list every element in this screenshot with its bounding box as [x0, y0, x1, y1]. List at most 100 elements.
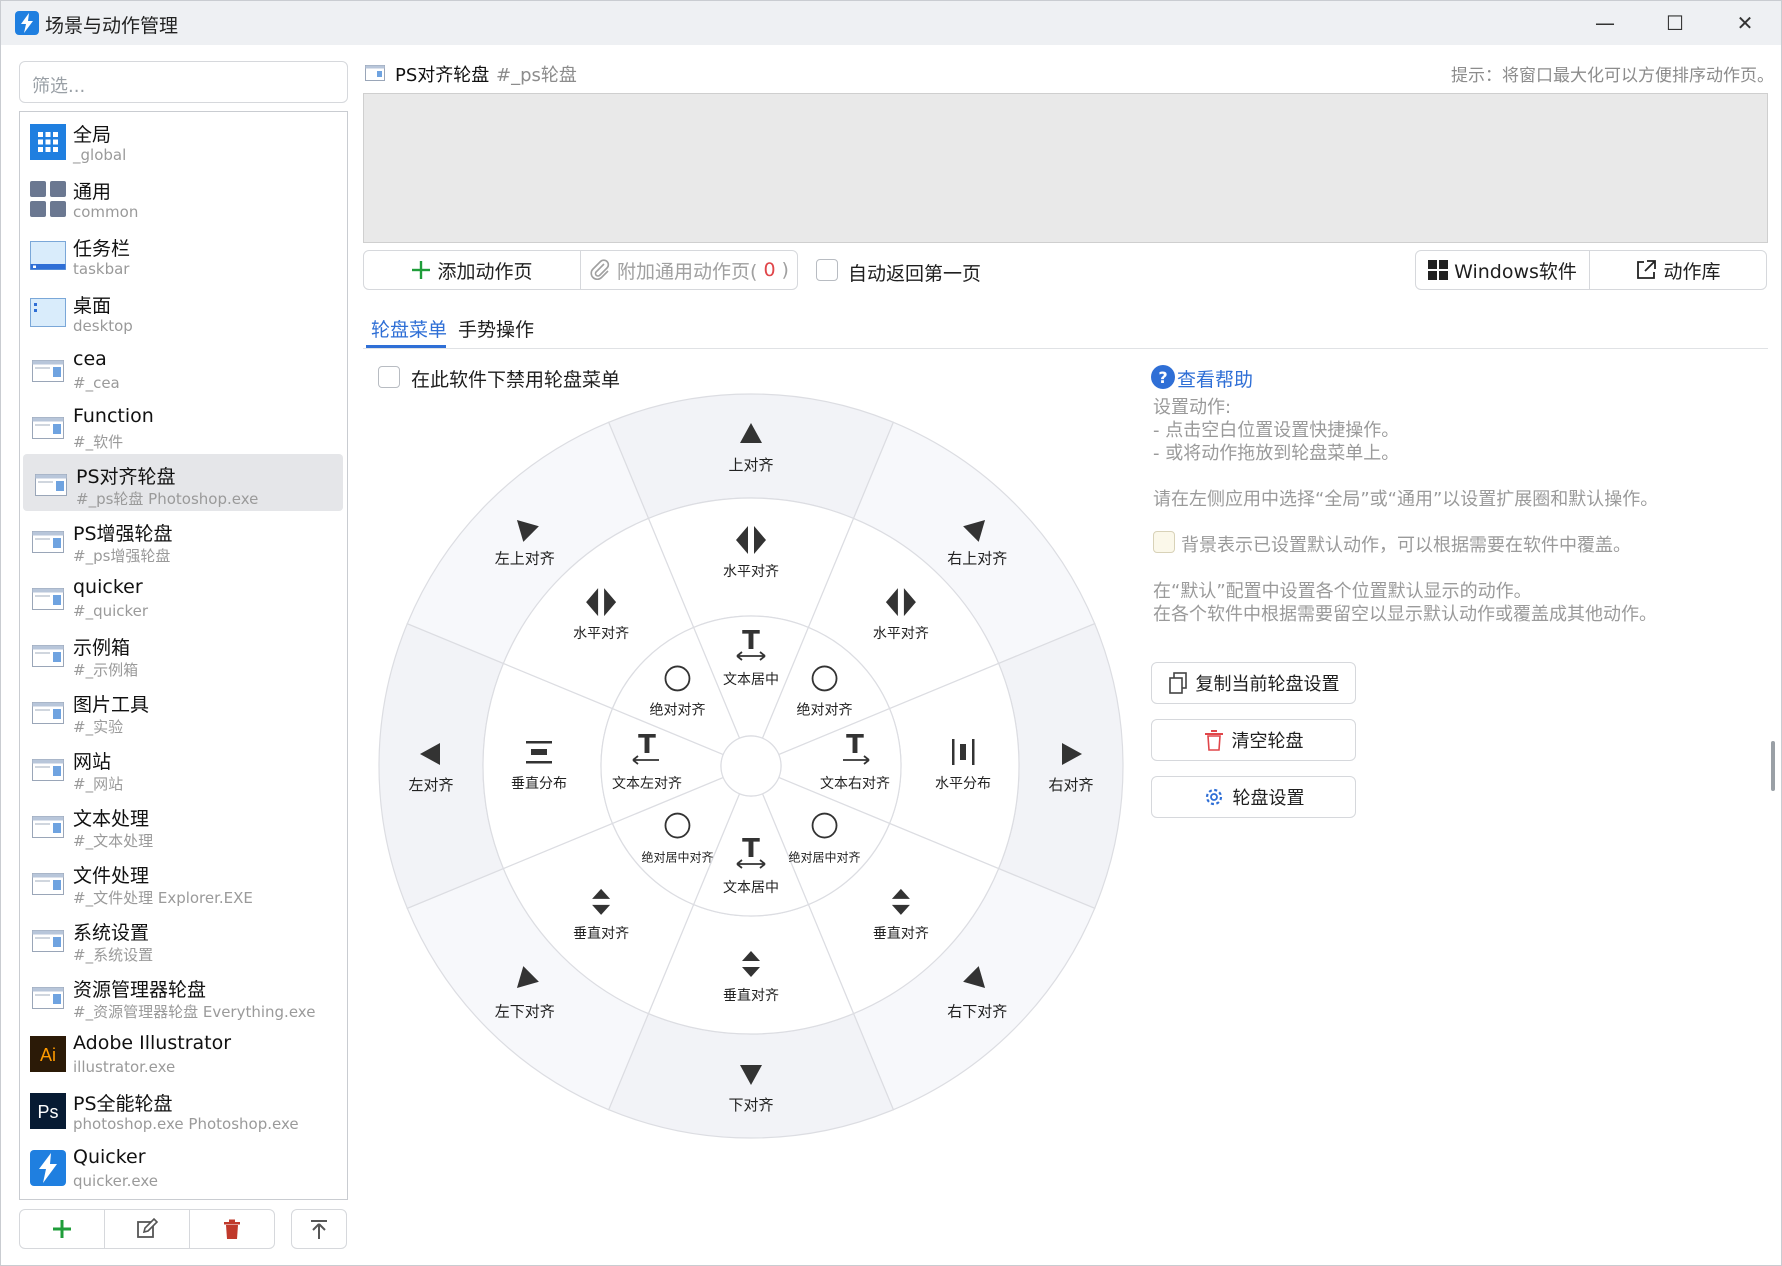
list-item-name: 系统设置	[73, 922, 150, 944]
window-icon	[32, 987, 64, 1009]
wheel-label: 垂直分布	[511, 775, 567, 792]
wheel-label: 垂直对齐	[723, 987, 779, 1004]
add-app-button[interactable]	[20, 1210, 105, 1248]
clear-wheel-button[interactable]: 清空轮盘	[1151, 719, 1356, 761]
help-link[interactable]: 查看帮助	[1177, 365, 1253, 392]
action-library-label: 动作库	[1663, 260, 1721, 283]
scrollbar-thumb[interactable]	[1771, 741, 1775, 791]
action-page-area[interactable]	[363, 93, 1768, 243]
auto-return-checkbox[interactable]	[816, 259, 838, 281]
list-item[interactable]: 图片工具 #_实验	[20, 682, 347, 739]
move-top-button[interactable]	[291, 1209, 347, 1249]
list-item[interactable]: 示例箱 #_示例箱	[20, 625, 347, 682]
list-item-sub: desktop	[73, 317, 133, 335]
wheel-menu[interactable]: 上对齐 右上对齐 右对齐 右下对齐 下对齐 左下对齐 左对齐 左上对齐 水平对齐 水平对齐 水平分布…	[373, 388, 1129, 1144]
wheel-label: 右对齐	[1048, 776, 1093, 794]
list-item-sub: #_资源管理器轮盘 Everything.exe	[73, 1003, 316, 1021]
window-icon	[32, 930, 64, 952]
wheel-label: 水平分布	[935, 776, 991, 792]
wheel-label: 右下对齐	[947, 1002, 1007, 1020]
svg-text:Ps: Ps	[37, 1102, 58, 1122]
windows-software-button[interactable]: Windows软件	[1415, 250, 1590, 290]
list-item-name: PS增强轮盘	[73, 523, 173, 545]
wheel-label: 左对齐	[408, 776, 453, 794]
add-page-button[interactable]: 添加动作页	[363, 250, 581, 290]
help-icon[interactable]: ?	[1151, 365, 1175, 389]
window-icon	[35, 474, 67, 496]
copy-wheel-button[interactable]: 复制当前轮盘设置	[1151, 662, 1356, 704]
wheel-label: 右上对齐	[947, 550, 1007, 568]
action-library-button[interactable]: 动作库	[1589, 250, 1767, 290]
minimize-button[interactable]: —	[1575, 7, 1635, 39]
list-item-sub: #_文件处理 Explorer.EXE	[73, 889, 253, 907]
add-page-label: 添加动作页	[437, 260, 533, 283]
list-item-sub: #_网站	[73, 775, 124, 793]
list-item[interactable]: 通用 common	[20, 169, 347, 226]
wheel-label: 垂直对齐	[573, 925, 629, 942]
list-item[interactable]: PS增强轮盘 #_ps增强轮盘	[20, 511, 347, 568]
wheel-label: 文本右对齐	[820, 776, 890, 792]
filter-input[interactable]: 筛选...	[19, 61, 348, 103]
list-item-name: 图片工具	[73, 694, 150, 716]
list-item-name: 文件处理	[73, 865, 150, 887]
disable-wheel-checkbox[interactable]	[378, 366, 400, 388]
wheel-center[interactable]	[720, 735, 782, 797]
list-item[interactable]: 网站 #_网站	[20, 739, 347, 796]
maximize-icon: ☐	[1666, 11, 1684, 35]
list-item[interactable]: 文本处理 #_文本处理	[20, 796, 347, 853]
list-item[interactable]: cea #_cea	[20, 340, 347, 397]
wheel-label: 水平对齐	[873, 626, 929, 642]
list-item-name: Adobe Illustrator	[73, 1032, 232, 1054]
wheel-label: 文本居中	[723, 672, 779, 688]
list-item[interactable]: 文件处理 #_文件处理 Explorer.EXE	[20, 853, 347, 910]
tab-wheel-menu[interactable]: 轮盘菜单	[371, 315, 447, 342]
list-item[interactable]: Ai Adobe Illustrator illustrator.exe	[20, 1024, 347, 1081]
list-item[interactable]: Quicker quicker.exe	[20, 1138, 347, 1195]
wheel-label: 下对齐	[728, 1096, 773, 1114]
wheel-label: 绝对对齐	[797, 702, 853, 718]
list-item[interactable]: 任务栏 taskbar	[20, 226, 347, 283]
window-title: 场景与动作管理	[45, 15, 179, 37]
text-align-icon: T	[742, 834, 760, 864]
list-item-name: 全局	[73, 124, 112, 146]
wheel-label: 绝对居中对齐	[789, 850, 861, 865]
list-item[interactable]: Ps PS全能轮盘 photoshop.exe Photoshop.exe	[20, 1081, 347, 1138]
app-list[interactable]: 全局 _global 通用 common 任务栏 taskbar 桌面 desktop cea #…	[19, 111, 348, 1200]
close-button[interactable]: ✕	[1715, 7, 1775, 39]
list-item-sub: taskbar	[73, 260, 130, 278]
setup-line-2: - 或将动作拖放到轮盘菜单上。	[1153, 443, 1400, 464]
attach-common-button[interactable]: 附加通用动作页(0)	[580, 250, 798, 290]
edit-app-button[interactable]	[105, 1210, 190, 1248]
text-align-icon: T	[638, 730, 656, 760]
delete-app-button[interactable]	[190, 1210, 274, 1248]
text-align-icon: T	[846, 730, 864, 760]
list-item-sub: #_ps增强轮盘	[73, 547, 171, 565]
maximize-button[interactable]: ☐	[1645, 7, 1705, 39]
list-item[interactable]: 资源管理器轮盘 #_资源管理器轮盘 Everything.exe	[20, 967, 347, 1024]
list-item[interactable]: Function #_软件	[20, 397, 347, 454]
quicker-icon	[30, 1150, 66, 1186]
list-item-name: 资源管理器轮盘	[73, 979, 207, 1001]
window-icon	[32, 531, 64, 553]
list-item[interactable]: 桌面 desktop	[20, 283, 347, 340]
wheel-label: 文本居中	[723, 880, 779, 896]
list-item[interactable]: 系统设置 #_系统设置	[20, 910, 347, 967]
plus-icon	[412, 261, 431, 279]
wheel-settings-button[interactable]: 轮盘设置	[1151, 776, 1356, 818]
windows-icon	[1428, 260, 1449, 280]
window-icon	[32, 588, 64, 610]
tab-gesture[interactable]: 手势操作	[458, 315, 534, 342]
list-item[interactable]: quicker #_quicker	[20, 568, 347, 625]
trash-icon	[224, 1219, 240, 1239]
window-icon	[32, 417, 64, 439]
main-window: 场景与动作管理 — ☐ ✕ 筛选... 全局 _global 通用 common 任务栏…	[0, 0, 1782, 1266]
hint-text: 提示：将窗口最大化可以方便排序动作页。	[1451, 66, 1774, 86]
attach-common-label: 附加通用动作页(	[617, 260, 758, 283]
list-item[interactable]: 全局 _global	[20, 112, 347, 169]
list-item[interactable]: PS对齐轮盘 #_ps轮盘 Photoshop.exe	[23, 454, 343, 511]
minimize-icon: —	[1595, 11, 1615, 35]
wheel-label: 水平对齐	[723, 564, 779, 580]
wheel-svg[interactable]: 上对齐右上对齐右对齐右下对齐下对齐左下对齐左对齐左上对齐水平对齐水平对齐水平分布…	[373, 388, 1129, 1144]
grid-icon	[30, 124, 66, 160]
list-item-sub: photoshop.exe Photoshop.exe	[73, 1115, 299, 1133]
